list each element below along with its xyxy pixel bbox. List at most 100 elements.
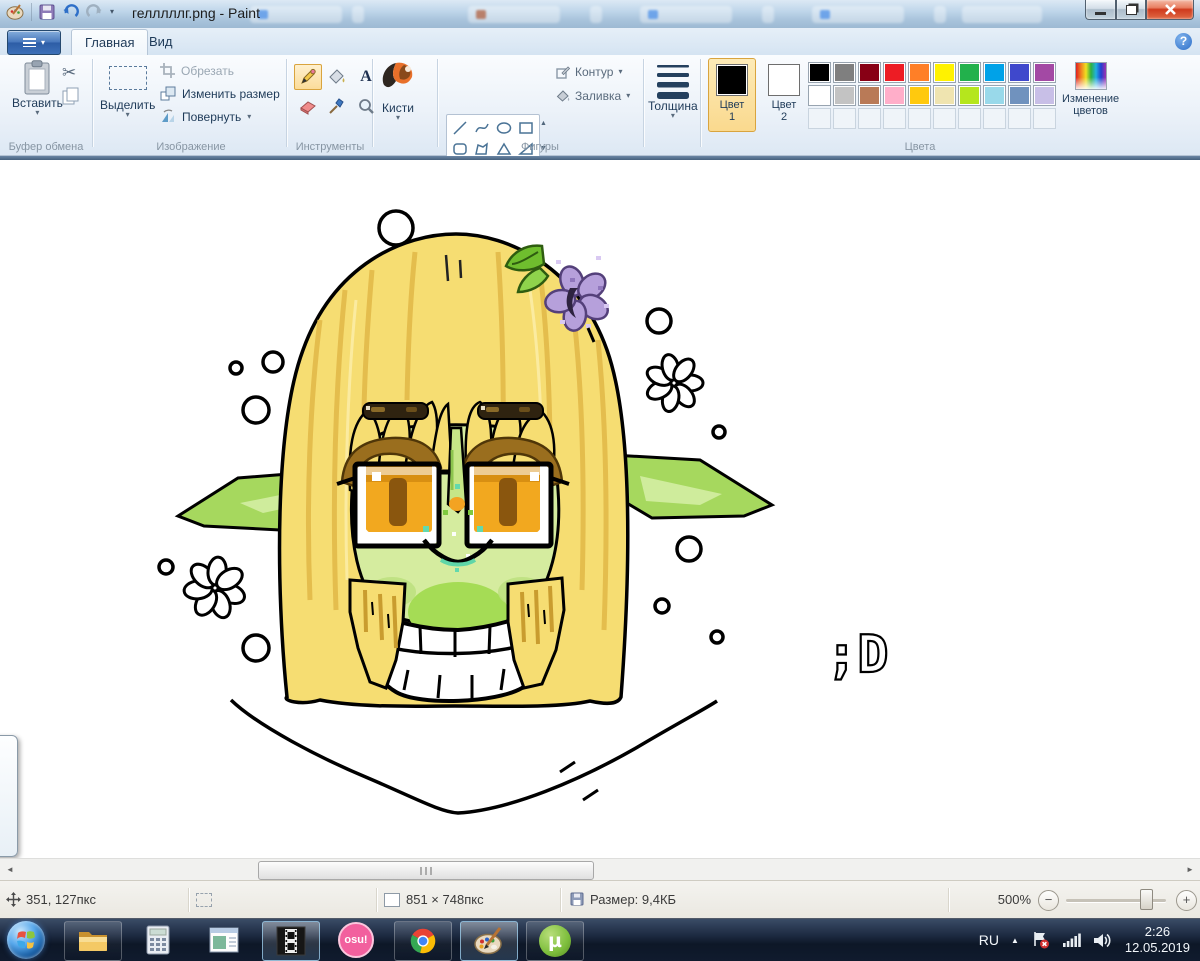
ghost-tab [962,6,1042,23]
text-tool[interactable]: A [352,64,380,90]
shapes-scroll-up[interactable]: ▲ [537,114,550,134]
taskbar-explorer[interactable] [64,921,122,961]
select-button[interactable]: Выделить ▾ [100,62,155,118]
undo-icon[interactable] [62,4,79,20]
copy-icon[interactable] [62,87,80,105]
separator [188,888,189,912]
palette-swatch[interactable] [883,62,906,83]
fill-tool[interactable] [323,64,351,90]
magnifier-tool[interactable] [352,93,380,119]
crop-button[interactable]: Обрезать [160,63,234,78]
taskbar-movie-app[interactable] [262,921,320,961]
pencil-icon [299,68,317,86]
close-button[interactable] [1146,0,1194,20]
taskbar-paint[interactable] [460,921,518,961]
cut-icon[interactable]: ✂ [62,63,76,83]
color-picker-tool[interactable] [323,93,351,119]
scroll-right-arrow[interactable]: ► [1180,859,1200,881]
ribbon: Вставить ▾ ✂ Буфер обмена Выделить ▾ Обр… [0,55,1200,156]
action-center-flag-icon[interactable] [1031,931,1051,949]
eraser-icon [299,97,317,115]
palette-swatch[interactable] [808,85,831,106]
volume-icon[interactable] [1093,932,1113,949]
fill-button[interactable]: Заливка ▾ [556,89,630,103]
window-title: гелллллг.png - Paint [132,5,260,21]
outline-button[interactable]: Контур ▾ [556,65,622,79]
tray-expand-arrow[interactable]: ▲ [1011,936,1019,945]
palette-swatch-empty[interactable] [958,108,981,129]
palette-swatch-empty[interactable] [833,108,856,129]
taskbar-chrome[interactable] [394,921,452,961]
language-indicator[interactable]: RU [979,932,999,948]
color2-button[interactable]: Цвет 2 [760,58,808,132]
rotate-button[interactable]: Повернуть ▾ [160,109,251,124]
palette-swatch[interactable] [858,85,881,106]
palette-swatch-empty[interactable] [983,108,1006,129]
help-icon[interactable]: ? [1175,33,1192,50]
minimize-button[interactable] [1085,0,1116,20]
zoom-slider-thumb[interactable] [1140,889,1153,910]
palette-swatch[interactable] [858,62,881,83]
palette-swatch[interactable] [1008,85,1031,106]
save-icon[interactable] [39,4,55,20]
scrollbar-thumb[interactable] [258,861,594,880]
edge-flyout-panel[interactable] [0,735,18,857]
palette-swatch[interactable] [883,85,906,106]
palette-swatch-empty[interactable] [1008,108,1031,129]
palette-swatch[interactable] [958,85,981,106]
edit-colors-button[interactable]: Изменение цветов [1062,62,1119,117]
restore-button[interactable] [1116,0,1146,20]
palette-swatch-empty[interactable] [858,108,881,129]
utorrent-icon: µ [539,925,571,957]
curve-shape[interactable] [471,117,493,138]
resize-button[interactable]: Изменить размер [160,86,280,101]
palette-swatch[interactable] [983,62,1006,83]
palette-swatch[interactable] [1033,85,1056,106]
thickness-button[interactable]: Толщина ▾ [648,61,698,119]
zoom-in-button[interactable]: + [1176,890,1197,911]
palette-swatch-empty[interactable] [808,108,831,129]
palette-swatch-empty[interactable] [908,108,931,129]
brushes-button[interactable]: Кисти ▾ [378,59,418,121]
qat-customize-caret[interactable]: ▾ [110,9,114,15]
eraser-tool[interactable] [294,93,322,119]
paint-menu-button[interactable]: ▾ [7,30,61,55]
taskbar-osu[interactable]: osu! [328,921,384,959]
taskbar-app-window[interactable] [196,921,252,959]
palette-swatch[interactable] [933,85,956,106]
color1-button[interactable]: Цвет 1 [708,58,756,132]
paint-app-icon [6,3,24,21]
drawing-canvas[interactable]: ;D [0,160,1200,858]
separator [643,59,644,147]
palette-swatch[interactable] [1008,62,1031,83]
palette-swatch-empty[interactable] [883,108,906,129]
palette-swatch-empty[interactable] [933,108,956,129]
palette-swatch[interactable] [933,62,956,83]
palette-swatch[interactable] [1033,62,1056,83]
palette-swatch[interactable] [808,62,831,83]
ellipse-shape[interactable] [493,117,515,138]
paint-icon [473,926,505,956]
horizontal-scrollbar[interactable]: ◄ ► [0,858,1200,881]
tab-view[interactable]: Вид [136,29,186,54]
start-button[interactable] [7,921,45,959]
palette-swatch[interactable] [908,62,931,83]
palette-swatch[interactable] [983,85,1006,106]
scroll-left-arrow[interactable]: ◄ [0,859,20,881]
palette-swatch-empty[interactable] [1033,108,1056,129]
taskbar-calculator[interactable] [130,921,186,959]
palette-swatch[interactable] [958,62,981,83]
zoom-out-button[interactable]: − [1038,890,1059,911]
line-shape[interactable] [449,117,471,138]
palette-swatch[interactable] [908,85,931,106]
paste-button[interactable]: Вставить ▾ [12,60,63,116]
redo-icon[interactable] [86,4,103,20]
palette-swatch[interactable] [833,85,856,106]
network-signal-icon[interactable] [1063,932,1081,948]
clock[interactable]: 2:26 12.05.2019 [1125,924,1190,956]
rectangle-shape[interactable] [515,117,537,138]
taskbar-utorrent[interactable]: µ [526,921,584,961]
palette-swatch[interactable] [833,62,856,83]
pencil-tool[interactable] [294,64,322,90]
canvas-size-icon [384,893,400,907]
